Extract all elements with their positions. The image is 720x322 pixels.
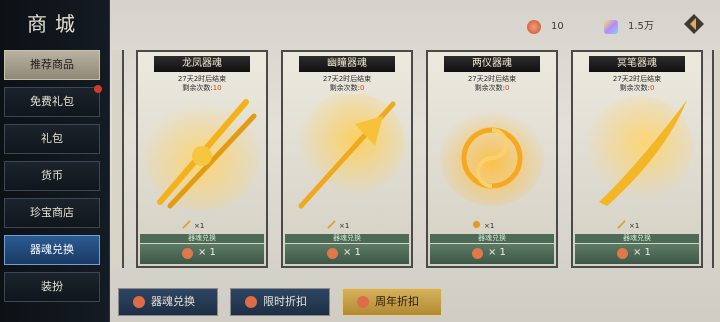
product-card-yin-yang[interactable]: 两仪器魂 27天2时后结束 剩余次数:0 ×1 器魂兑换 × 1 [426,50,558,268]
sidebar-item-outfit[interactable]: 装扮 [4,272,100,302]
sidebar-item-treasure-shop[interactable]: 珍宝商店 [4,198,100,228]
card-exchange-label: 器魂兑换 [140,234,264,243]
sidebar-item-soul-exchange[interactable]: 器魂兑换 [4,235,100,265]
card-title: 冥笔器魂 [589,56,685,72]
card-remaining: 剩余次数:0 [474,84,510,92]
soul-token-icon [527,20,541,34]
partial-card-right [712,50,720,268]
back-arrow-icon [684,14,704,34]
sidebar-item-recommended[interactable]: 推荐商品 [4,50,100,80]
product-card-nether-brush[interactable]: 冥笔器魂 27天2时后结束 剩余次数:0 ×1 器魂兑换 × 1 [571,50,703,268]
soul-token-icon [357,296,369,308]
card-title: 两仪器魂 [444,56,540,72]
currency-token-display: 10 [523,16,593,38]
notification-dot-icon [94,85,102,93]
product-card-nether-pupil[interactable]: 幽瞳器魂 27天2时后结束 剩余次数:0 ×1 器魂兑换 × 1 [281,50,413,268]
price-text: × 1 [633,247,651,258]
card-item-count: ×1 [339,222,350,230]
soul-token-icon [182,248,193,259]
card-exchange-label: 器魂兑换 [285,234,409,243]
card-title: 龙凤器魂 [154,56,250,72]
brush-blade-icon [585,96,693,206]
orb-mini-icon [472,220,481,229]
currency-crystal-display: 1.5万 [600,16,670,38]
halberd-icon [297,94,405,209]
soul-token-icon [245,296,257,308]
shop-sidebar: 商城 推荐商品 免费礼包 礼包 货币 珍宝商店 器魂兑换 装扮 [0,0,110,322]
card-item-count: ×1 [484,222,495,230]
price-text: × 1 [488,247,506,258]
soul-token-icon [133,296,145,308]
card-remaining: 剩余次数:0 [329,84,365,92]
tab-limited-discount[interactable]: 限时折扣 [230,288,330,316]
price-text: × 1 [343,247,361,258]
currency-crystal-value: 1.5万 [628,21,654,32]
exchange-price-button[interactable]: × 1 [430,244,554,264]
soul-token-icon [472,248,483,259]
card-exchange-label: 器魂兑换 [575,234,699,243]
card-title: 幽瞳器魂 [299,56,395,72]
brush-mini-icon [617,220,626,229]
product-card-dragon-phoenix[interactable]: 龙凤器魂 27天2时后结束 剩余次数:10 ×1 器魂兑换 × 1 [136,50,268,268]
tab-label: 周年折扣 [375,295,419,308]
partial-card-left [112,50,124,268]
card-remaining: 剩余次数:0 [619,84,655,92]
currency-token-value: 10 [551,21,564,32]
sidebar-item-currency[interactable]: 货币 [4,161,100,191]
sidebar-item-free-gift[interactable]: 免费礼包 [4,85,102,117]
tab-label: 器魂兑换 [151,295,195,308]
shop-title: 商城 [27,12,83,36]
crystal-icon [604,20,618,34]
card-item-count: ×1 [194,222,205,230]
dual-sword-icon [144,99,260,210]
tab-soul-exchange[interactable]: 器魂兑换 [118,288,218,316]
price-text: × 1 [198,247,216,258]
yin-yang-orb-icon [440,110,544,206]
back-button[interactable] [680,10,708,38]
exchange-price-button[interactable]: × 1 [285,244,409,264]
soul-token-icon [327,248,338,259]
card-remaining: 剩余次数:10 [182,84,222,92]
sidebar-item-gift-pack[interactable]: 礼包 [4,124,100,154]
sword-mini-icon [182,220,191,229]
sidebar-item-label: 免费礼包 [30,95,74,108]
tab-label: 限时折扣 [263,295,307,308]
tab-anniversary-discount[interactable]: 周年折扣 [342,288,442,316]
exchange-price-button[interactable]: × 1 [140,244,264,264]
card-exchange-label: 器魂兑换 [430,234,554,243]
card-item-count: ×1 [629,222,640,230]
halberd-mini-icon [327,220,336,229]
soul-token-icon [617,248,628,259]
exchange-price-button[interactable]: × 1 [575,244,699,264]
